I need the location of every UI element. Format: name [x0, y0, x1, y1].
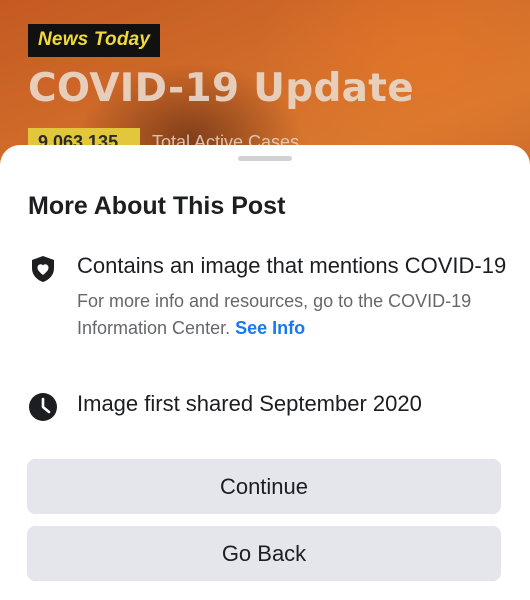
badge-news-text: News — [38, 29, 89, 50]
post-headline: COVID-19 Update — [28, 66, 414, 111]
covid-info-text: Contains an image that mentions COVID-19… — [77, 252, 507, 342]
badge-today-text: Today — [93, 29, 151, 50]
sheet-grabber-handle[interactable] — [238, 156, 292, 161]
covid-info-main-text: Contains an image that mentions COVID-19 — [77, 253, 507, 278]
sheet-title: More About This Post — [28, 192, 286, 220]
go-back-button[interactable]: Go Back — [27, 526, 501, 581]
continue-button[interactable]: Continue — [27, 459, 501, 514]
first-shared-text: Image first shared September 2020 — [77, 391, 422, 416]
covid-info-subtext: For more info and resources, go to the C… — [77, 288, 507, 342]
clock-icon — [28, 392, 58, 422]
see-info-link[interactable]: See Info — [235, 318, 305, 338]
news-today-badge: News Today — [28, 24, 161, 57]
bottom-sheet: More About This Post Contains an image t… — [0, 145, 530, 600]
shield-heart-icon — [28, 254, 58, 284]
first-shared-text-col: Image first shared September 2020 — [77, 390, 507, 418]
screen: News Today COVID-19 Update 9,063,135 Tot… — [0, 0, 530, 600]
